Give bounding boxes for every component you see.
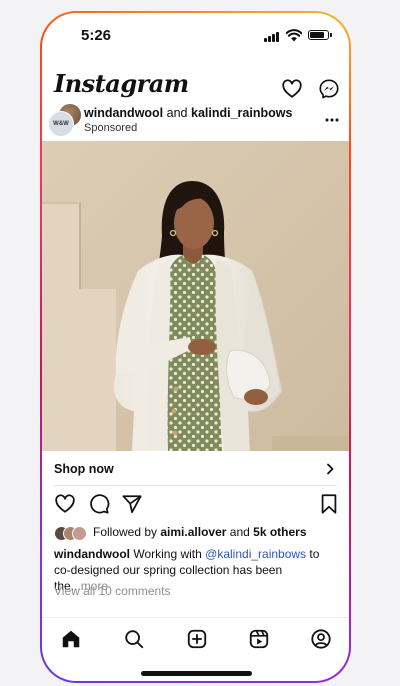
heart-icon[interactable] [281,78,303,100]
caption-mention[interactable]: @kalindi_rainbows [205,547,306,561]
bottom-tab-bar [42,617,349,658]
followed-by-row[interactable]: Followed by aimi.allover and 5k others [54,525,334,541]
profile-icon[interactable] [310,628,332,650]
view-comments-link[interactable]: View all 10 comments [54,584,171,598]
author-connector: and [166,106,188,120]
more-options-icon[interactable] [325,118,339,122]
followed-by-and: and [229,525,250,539]
chevron-right-icon [325,463,335,475]
caption-user[interactable]: windandwool [54,547,130,561]
create-icon[interactable] [186,628,208,650]
author-primary[interactable]: windandwool [84,106,163,120]
phone-screen: 5:26 Instagram W&W windandwool and kalin… [42,13,349,681]
comment-icon[interactable] [88,493,110,515]
sponsored-label: Sponsored [84,122,138,134]
home-icon[interactable] [60,628,82,650]
avatar[interactable]: W&W [48,103,82,137]
post-author[interactable]: windandwool and kalindi_rainbows [84,106,292,120]
author-secondary[interactable]: kalindi_rainbows [191,106,292,120]
reels-icon[interactable] [248,628,270,650]
messenger-icon[interactable] [318,78,340,100]
followed-by-prefix: Followed by [93,525,158,539]
bookmark-icon[interactable] [318,493,340,515]
post-photo[interactable] [42,141,349,451]
phone-frame: 5:26 Instagram W&W windandwool and kalin… [40,11,351,683]
share-icon[interactable] [121,493,143,515]
followed-by-user[interactable]: aimi.allover [160,525,226,539]
status-time: 5:26 [81,27,112,44]
app-header: Instagram [42,61,349,101]
liker-avatars [54,526,90,541]
post-actions [42,491,349,517]
followed-by-text: Followed by aimi.allover and 5k others [93,525,307,539]
followed-by-count[interactable]: 5k others [253,525,306,539]
cellular-signal-icon [264,31,282,42]
shop-now-label: Shop now [54,462,114,476]
wifi-icon [286,29,302,42]
avatar-primary: W&W [48,111,74,137]
battery-icon [308,30,332,40]
search-icon[interactable] [123,628,145,650]
instagram-logo: Instagram [54,69,189,98]
like-icon[interactable] [54,493,76,515]
caption-text-1: Working with [133,547,202,561]
status-bar: 5:26 [42,13,349,53]
home-indicator [141,671,252,676]
shop-now-button[interactable]: Shop now [54,453,337,486]
